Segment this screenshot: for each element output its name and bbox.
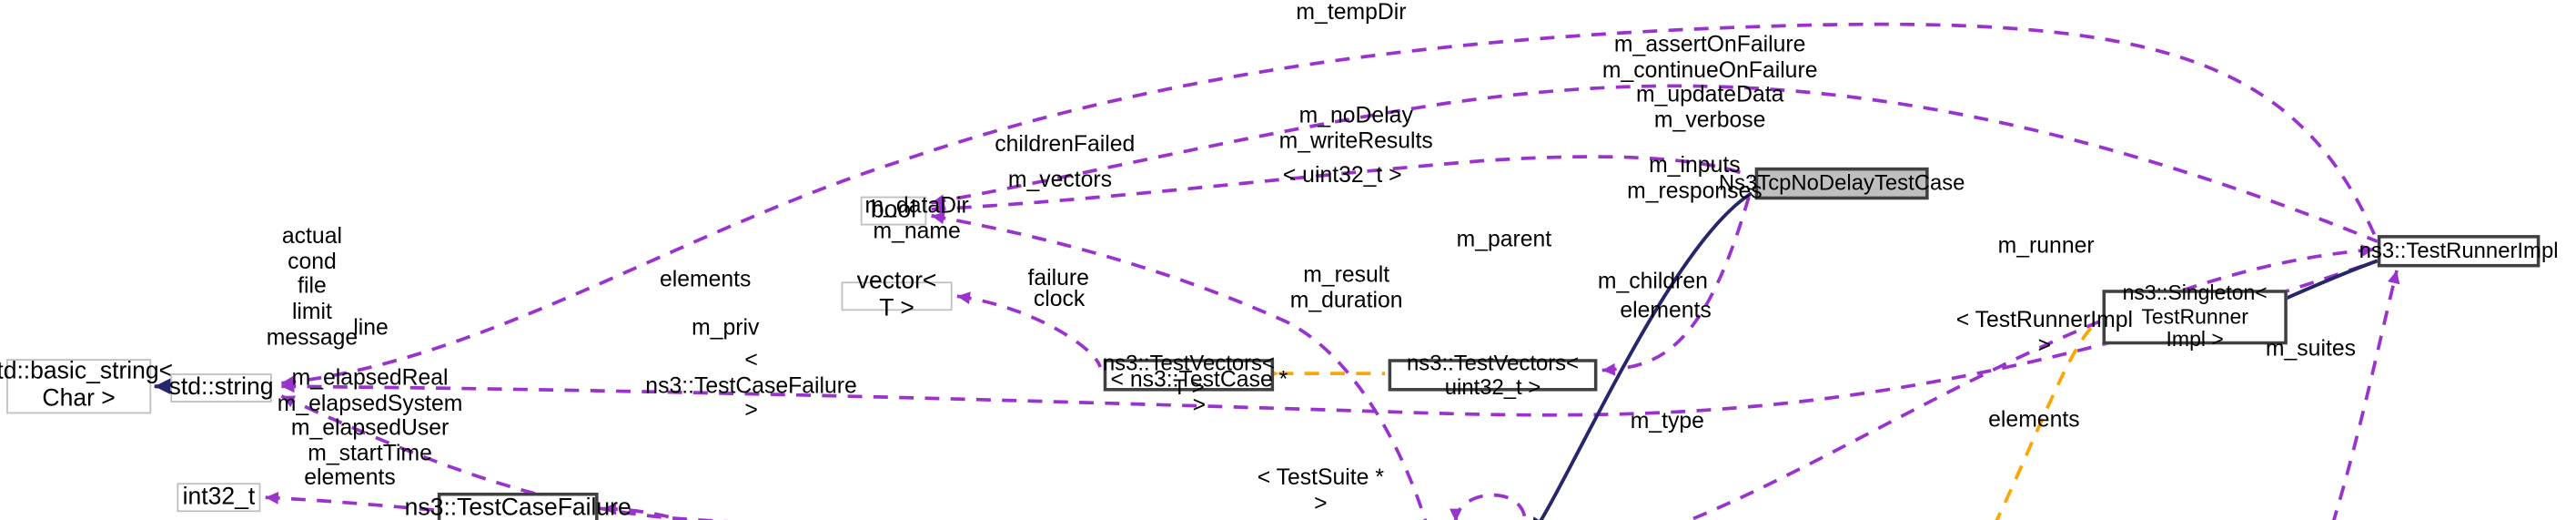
node-ns3-testcasefailure[interactable]: ns3::TestCaseFailure (405, 492, 631, 520)
edge-label-elements-2: elements (1620, 296, 1712, 322)
edge-label-m-tempdir: m_tempDir (1296, 0, 1407, 25)
node-std-basic-string[interactable]: std::basic_string< Char > (0, 358, 173, 414)
node-int32-t[interactable]: int32_t (177, 483, 261, 513)
edge-label-elapsed-group: m_elapsedReal m_elapsedSystem m_elapsedU… (277, 363, 463, 465)
node-ns3-testvectors-uint32[interactable]: ns3::TestVectors< uint32_t > (1388, 351, 1598, 399)
edge-label-clock: clock (1033, 284, 1086, 311)
node-vector-t[interactable]: vector< T > (841, 268, 953, 321)
edge-label-m-priv: m_priv (692, 313, 760, 341)
edge-label-testcasefailure-template: < ns3::TestCaseFailure > (645, 346, 857, 423)
edge-label-line: line (353, 313, 389, 341)
edge-label-m-runner: m_runner (1997, 231, 2095, 258)
edge-label-nodelay-group: m_noDelay m_writeResults (1278, 101, 1433, 153)
edge-label-elements-4: elements (304, 464, 396, 490)
edge-label-childrenfailed: childrenFailed (995, 130, 1136, 157)
edge-label-elements-1: elements (659, 265, 752, 291)
edge-label-result-group: m_result m_duration (1289, 260, 1403, 312)
node-ns3-testrunnerimpl[interactable]: ns3::TestRunnerImpl (2359, 235, 2559, 268)
edge-label-testrunnerimpl-template: < TestRunnerImpl > (1955, 305, 2133, 357)
edge-label-m-vectors: m_vectors (1007, 166, 1113, 192)
edge-label-uint32-t-template: < uint32_t > (1282, 160, 1402, 188)
edge-label-datadir-group: m_dataDir m_name (864, 191, 969, 243)
edge-label-inputs-group: m_inputs m_responses (1627, 151, 1763, 203)
node-ns3tcpnodelaytestcase[interactable]: Ns3TcpNoDelayTestCase (1719, 167, 1965, 200)
node-std-string[interactable]: std::string (169, 373, 274, 403)
edge-label-testsuite-ptr-template: < TestSuite * > (1257, 464, 1384, 515)
edge-label-assert-group: m_assertOnFailure m_continueOnFailure m_… (1601, 30, 1818, 132)
edge-label-m-type: m_type (1630, 407, 1704, 433)
edge-label-elements-3: elements (1988, 405, 2080, 432)
edge-label-m-children: m_children (1597, 267, 1708, 293)
edge-label-testcase-ptr-template: < ns3::TestCase * > (1110, 365, 1288, 417)
diagram-scale-wrapper: std::basic_string< Char > std::string in… (0, 0, 2573, 520)
collaboration-diagram: std::basic_string< Char > std::string in… (0, 0, 2576, 520)
edge-label-m-suites: m_suites (2265, 334, 2356, 361)
edge-label-m-parent: m_parent (1456, 225, 1552, 251)
